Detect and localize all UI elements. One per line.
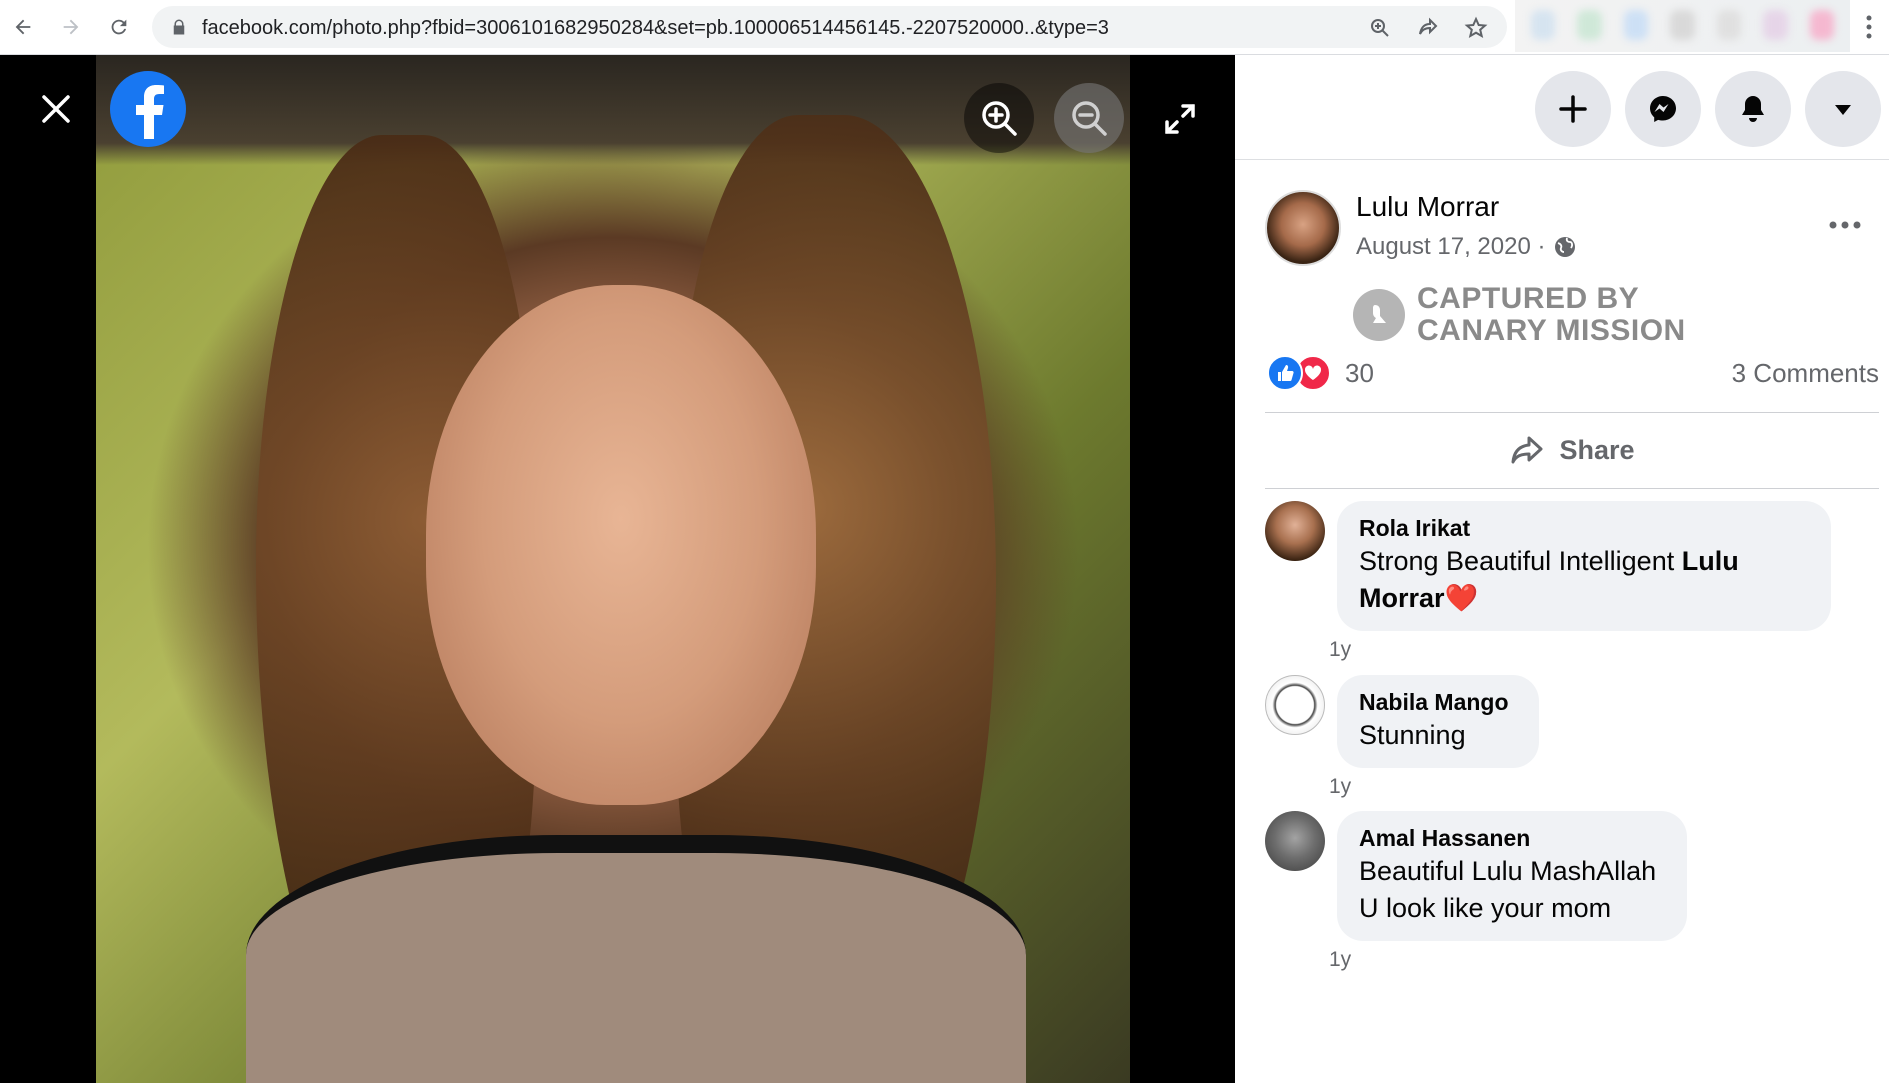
divider <box>1265 412 1879 413</box>
comment-text: Stunning <box>1359 720 1466 750</box>
comment-text-line2: U look like your mom <box>1359 893 1612 923</box>
facebook-f-icon <box>136 85 164 139</box>
forward-button[interactable] <box>54 10 88 44</box>
more-options-icon[interactable] <box>1825 215 1865 235</box>
share-label: Share <box>1559 434 1635 465</box>
share-button[interactable]: Share <box>1265 415 1879 485</box>
comment-time[interactable]: 1y <box>1329 638 1351 662</box>
comment-time[interactable]: 1y <box>1329 775 1351 799</box>
arrow-right-icon <box>63 19 79 35</box>
caret-down-icon <box>1835 105 1851 115</box>
comment-bubble: Rola Irikat Strong Beautiful Intelligent… <box>1337 501 1831 631</box>
like-reaction-icon <box>1267 355 1303 391</box>
extension-icon[interactable] <box>1716 10 1742 40</box>
extension-icon[interactable] <box>1531 10 1556 40</box>
extension-icon[interactable] <box>1577 10 1602 40</box>
reactions-summary[interactable]: 30 <box>1267 355 1374 391</box>
post-panel: Lulu Morrar August 17, 2020 · CAPTURED B… <box>1235 55 1889 1083</box>
watermark-line2: CANARY MISSION <box>1417 314 1686 347</box>
photo-clothing <box>246 835 1026 1083</box>
commenter-name[interactable]: Rola Irikat <box>1359 513 1809 543</box>
commenter-avatar[interactable] <box>1265 675 1325 735</box>
browser-toolbar: facebook.com/photo.php?fbid=300610168295… <box>0 0 1889 55</box>
share-arrow-icon <box>1511 436 1543 464</box>
watermark-line1: CAPTURED BY <box>1417 282 1640 315</box>
extension-icon[interactable] <box>1623 10 1649 40</box>
browser-menu-icon[interactable] <box>1859 12 1879 42</box>
fullscreen-button[interactable] <box>1160 99 1200 139</box>
create-button[interactable] <box>1535 71 1611 147</box>
comment-text: Strong Beautiful Intelligent Lulu Morrar… <box>1359 546 1739 613</box>
commenter-name[interactable]: Nabila Mango <box>1359 687 1517 717</box>
facebook-topbar <box>1235 55 1889 160</box>
reload-icon <box>111 19 127 35</box>
post-photo[interactable] <box>96 55 1130 1083</box>
messenger-button[interactable] <box>1625 71 1701 147</box>
comments-count-link[interactable]: 3 Comments <box>1732 358 1879 389</box>
comment-bubble: Nabila Mango Stunning <box>1337 675 1539 768</box>
photo-face <box>426 285 816 805</box>
plus-icon <box>1559 95 1587 123</box>
divider <box>1265 488 1879 489</box>
extension-icon[interactable] <box>1763 10 1788 40</box>
extensions-area <box>1515 0 1850 52</box>
address-bar[interactable]: facebook.com/photo.php?fbid=300610168295… <box>152 6 1507 48</box>
messenger-icon <box>1650 96 1676 122</box>
reaction-count: 30 <box>1345 357 1374 388</box>
expand-icon <box>1165 104 1195 134</box>
facebook-logo[interactable] <box>110 71 186 147</box>
post-date-text: August 17, 2020 · <box>1356 233 1546 260</box>
commenter-avatar[interactable] <box>1265 811 1325 871</box>
reload-button[interactable] <box>102 10 136 44</box>
bell-icon <box>1742 96 1764 122</box>
commenter-avatar[interactable] <box>1265 501 1325 561</box>
zoom-in-button[interactable] <box>964 83 1034 153</box>
account-menu-button[interactable] <box>1805 71 1881 147</box>
arrow-left-icon <box>15 19 31 35</box>
post-date[interactable]: August 17, 2020 · <box>1356 233 1577 261</box>
close-viewer-button[interactable] <box>36 89 76 129</box>
zoom-out-icon <box>1072 101 1107 136</box>
comment-time[interactable]: 1y <box>1329 948 1351 972</box>
comment-text-line1: Beautiful Lulu MashAllah <box>1359 856 1657 886</box>
extension-icon[interactable] <box>1670 10 1695 40</box>
author-name[interactable]: Lulu Morrar <box>1356 191 1499 223</box>
bookmark-star-icon[interactable] <box>1464 16 1488 40</box>
extension-icon[interactable] <box>1809 10 1834 40</box>
canary-mission-watermark: CAPTURED BY CANARY MISSION <box>1353 283 1686 347</box>
back-button[interactable] <box>6 10 40 44</box>
photo-viewer <box>0 55 1235 1083</box>
globe-icon <box>1555 237 1576 257</box>
zoom-in-icon <box>982 101 1017 136</box>
url-text: facebook.com/photo.php?fbid=300610168295… <box>202 17 1109 39</box>
zoom-out-button[interactable] <box>1054 83 1124 153</box>
comment-bubble: Amal Hassanen Beautiful Lulu MashAllah U… <box>1337 811 1687 941</box>
canary-bird-icon <box>1353 289 1405 341</box>
zoom-icon[interactable] <box>1368 16 1392 40</box>
lock-icon <box>173 19 185 35</box>
notifications-button[interactable] <box>1715 71 1791 147</box>
author-avatar[interactable] <box>1265 190 1341 266</box>
close-icon <box>42 95 70 123</box>
share-page-icon[interactable] <box>1416 16 1440 40</box>
commenter-name[interactable]: Amal Hassanen <box>1359 823 1665 853</box>
